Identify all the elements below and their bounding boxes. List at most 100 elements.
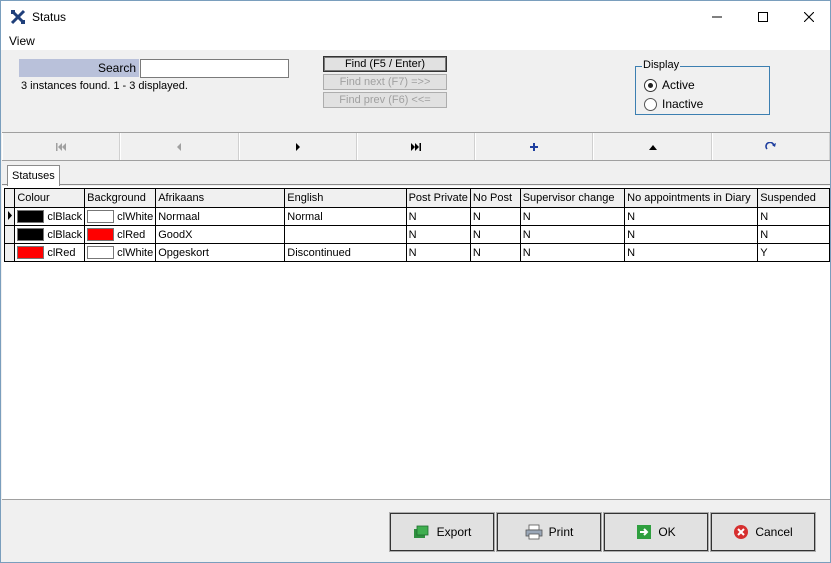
- close-button[interactable]: [786, 1, 831, 32]
- search-panel: Search 3 instances found. 1 - 3 displaye…: [1, 50, 830, 130]
- background-value: clWhite: [117, 246, 154, 259]
- find-button[interactable]: Find (F5 / Enter): [323, 56, 447, 72]
- cell-background[interactable]: clWhite: [84, 207, 157, 226]
- title-bar: Status: [1, 1, 830, 32]
- find-next-button[interactable]: Find next (F7) =>>: [323, 74, 447, 90]
- cell-afrikaans[interactable]: GoodX: [155, 225, 286, 244]
- last-record-button[interactable]: [356, 133, 476, 160]
- last-record-icon: [410, 142, 421, 151]
- cell-no-appointments[interactable]: N: [624, 207, 759, 226]
- header-colour[interactable]: Colour: [14, 188, 86, 208]
- insert-record-button[interactable]: [475, 133, 594, 160]
- first-record-icon: [56, 142, 67, 151]
- cell-supervisor-change[interactable]: N: [519, 207, 626, 226]
- header-post-private[interactable]: Post Private: [405, 188, 471, 208]
- cell-supervisor-change[interactable]: N: [519, 243, 626, 262]
- cell-no-post[interactable]: N: [469, 243, 521, 262]
- cell-supervisor-change[interactable]: N: [519, 225, 626, 244]
- header-no-appointments[interactable]: No appointments in Diary: [624, 188, 759, 208]
- cell-suspended[interactable]: N: [757, 225, 830, 244]
- find-prev-button[interactable]: Find prev (F6) <<=: [323, 92, 447, 108]
- tab-statuses[interactable]: Statuses: [7, 165, 60, 186]
- prior-record-icon: [177, 142, 182, 151]
- radio-inactive[interactable]: Inactive: [644, 97, 703, 111]
- search-label: Search: [19, 59, 139, 77]
- background-swatch: [87, 246, 115, 259]
- row-indicator: [3, 225, 16, 244]
- colour-swatch: [17, 210, 45, 223]
- colour-value: clBlack: [47, 210, 83, 223]
- prior-record-button[interactable]: [120, 133, 239, 160]
- minimize-button[interactable]: [694, 1, 740, 32]
- insert-record-icon: [530, 142, 539, 151]
- cell-post-private[interactable]: N: [405, 207, 471, 226]
- header-supervisor-change[interactable]: Supervisor change: [519, 188, 626, 208]
- cell-background[interactable]: clWhite: [84, 243, 157, 262]
- cell-no-appointments[interactable]: N: [624, 243, 759, 262]
- cell-colour[interactable]: clBlack: [14, 207, 86, 226]
- ok-label: OK: [658, 525, 676, 539]
- cell-colour[interactable]: clBlack: [14, 225, 86, 244]
- next-record-button[interactable]: [238, 133, 357, 160]
- cell-colour[interactable]: clRed: [14, 243, 86, 262]
- refresh-button[interactable]: [711, 133, 830, 160]
- table-row[interactable]: clBlack clWhite Normaal Normal N N N N N: [3, 207, 830, 226]
- window-title: Status: [32, 10, 67, 24]
- cell-english[interactable]: Normal: [284, 207, 407, 226]
- display-group: Display Active Inactive: [635, 59, 770, 115]
- search-input[interactable]: [140, 59, 289, 78]
- print-button[interactable]: Print: [496, 512, 602, 552]
- refresh-icon: [765, 141, 776, 150]
- header-afrikaans[interactable]: Afrikaans: [155, 188, 286, 208]
- header-background[interactable]: Background: [84, 188, 157, 208]
- cell-background[interactable]: clRed: [84, 225, 157, 244]
- header-indicator: [3, 188, 16, 208]
- colour-swatch: [17, 228, 45, 241]
- radio-inactive-indicator[interactable]: [644, 97, 657, 111]
- cell-no-post[interactable]: N: [469, 225, 521, 244]
- cell-post-private[interactable]: N: [405, 243, 471, 262]
- radio-active-indicator[interactable]: [644, 78, 657, 92]
- current-row-icon: [7, 210, 12, 220]
- row-indicator: [3, 243, 16, 262]
- statuses-table: Colour Background Afrikaans English Post…: [3, 188, 830, 262]
- tab-strip: Statuses: [2, 164, 830, 186]
- radio-active[interactable]: Active: [644, 78, 695, 92]
- colour-value: clBlack: [47, 228, 83, 241]
- background-value: clRed: [117, 228, 146, 241]
- cell-suspended[interactable]: Y: [757, 243, 830, 262]
- found-count-text: 3 instances found. 1 - 3 displayed.: [21, 80, 188, 92]
- menu-view[interactable]: View: [9, 34, 35, 48]
- cancel-label: Cancel: [755, 525, 793, 539]
- cell-no-post[interactable]: N: [469, 207, 521, 226]
- radio-active-label: Active: [662, 78, 695, 92]
- cell-english[interactable]: [284, 225, 407, 244]
- action-bar: Export Print OK Cancel: [1, 501, 830, 562]
- table-row[interactable]: clBlack clRed GoodX N N N N N: [3, 225, 830, 244]
- cell-english[interactable]: Discontinued: [284, 243, 407, 262]
- cell-post-private[interactable]: N: [405, 225, 471, 244]
- cell-no-appointments[interactable]: N: [624, 225, 759, 244]
- status-window: Status View Search 3 instances found. 1 …: [0, 0, 831, 563]
- header-no-post[interactable]: No Post: [469, 188, 521, 208]
- cell-afrikaans[interactable]: Opgeskort: [155, 243, 286, 262]
- statuses-grid: Colour Background Afrikaans English Post…: [2, 186, 830, 500]
- display-legend: Display: [642, 59, 681, 71]
- cell-afrikaans[interactable]: Normaal: [155, 207, 286, 226]
- next-record-icon: [295, 142, 300, 151]
- ok-button[interactable]: OK: [603, 512, 709, 552]
- cancel-button[interactable]: Cancel: [710, 512, 816, 552]
- cell-suspended[interactable]: N: [757, 207, 830, 226]
- first-record-button[interactable]: [2, 133, 121, 160]
- maximize-button[interactable]: [740, 1, 786, 32]
- table-row[interactable]: clRed clWhite Opgeskort Discontinued N N…: [3, 243, 830, 262]
- header-english[interactable]: English: [284, 188, 407, 208]
- background-swatch: [87, 210, 115, 223]
- export-button[interactable]: Export: [389, 512, 495, 552]
- printer-icon: [525, 524, 543, 540]
- table-header-row: Colour Background Afrikaans English Post…: [3, 188, 830, 208]
- header-suspended[interactable]: Suspended: [757, 188, 830, 208]
- edit-record-button[interactable]: [593, 133, 712, 160]
- tools-icon: [10, 9, 26, 25]
- menu-bar: View: [1, 32, 830, 50]
